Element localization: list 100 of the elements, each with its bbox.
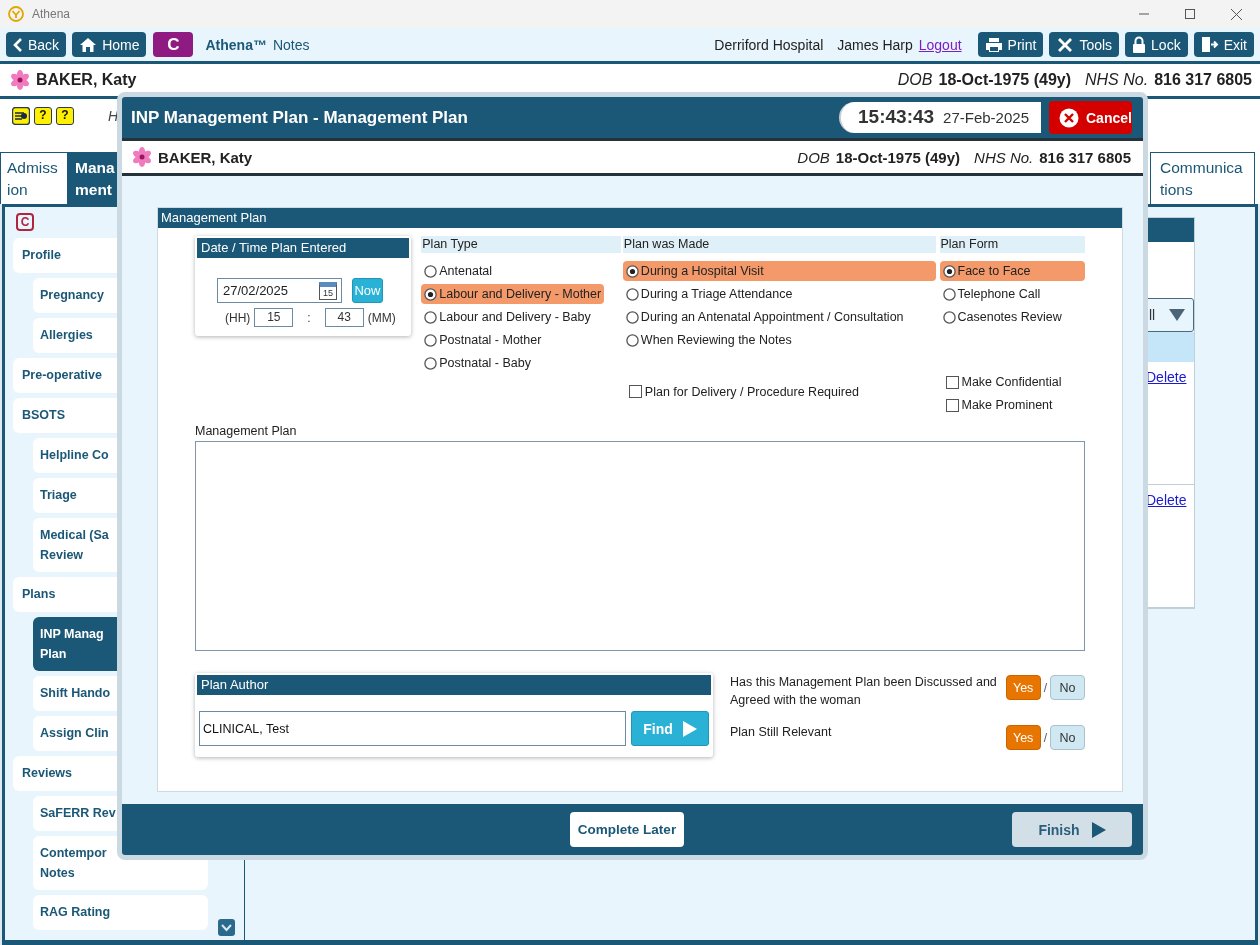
section-header: Management Plan [158,208,1122,228]
complete-later-button[interactable]: Complete Later [570,812,684,847]
clock-display: 15:43:43 27-Feb-2025 [839,102,1041,133]
radio-icon [625,287,639,301]
hours-label: (HH) [225,310,251,325]
box-header: Plan Author [197,675,711,695]
radio-option[interactable]: Labour and Delivery - Mother [421,284,605,304]
radio-icon [424,356,438,370]
chevron-left-icon [13,36,23,53]
toolbar-button[interactable]: Tools [1049,32,1120,57]
radio-icon [424,264,438,278]
answer-button[interactable]: No [1050,675,1085,700]
radio-selected-icon [424,287,438,301]
c-badge: C [16,213,34,231]
calendar-button[interactable]: 15 [319,281,337,300]
checkbox-option[interactable]: Make Confidential [939,370,1085,394]
app-logo-icon [8,6,24,22]
radio-option[interactable]: Labour and Delivery - Baby [421,307,594,327]
radio-option[interactable]: During an Antenatal Appointment / Consultation [622,307,907,327]
nhs-label: NHS No. [1085,71,1149,89]
checkbox-icon [945,398,959,412]
dropdown-caret-icon [1169,309,1185,321]
patient-name: BAKER, Katy [158,148,253,166]
minutes-label: (MM) [367,310,396,325]
nhs-number: 816 317 6805 [1039,148,1131,166]
play-arrow-icon [1091,821,1106,838]
hospital-name: Derriford Hospital [714,36,824,53]
radio-icon [625,333,639,347]
radio-icon [942,310,956,324]
time-separator: : [307,310,311,325]
notes-alert-icon [12,107,30,125]
flower-icon [10,70,30,90]
radio-icon [625,310,639,324]
group-header: Plan was Made [622,236,936,253]
close-circle-icon [1059,107,1079,128]
scroll-down-icon [217,919,235,936]
group-header: Plan Form [939,236,1085,253]
question-badge: ? [34,107,52,125]
nhs-number: 816 317 6805 [1154,71,1252,89]
radio-selected-icon [625,264,639,278]
tab[interactable]: Communica tions [1150,152,1255,204]
play-arrow-icon [682,720,697,737]
radio-option[interactable]: Postnatal - Mother [421,330,545,350]
dob-label: DOB [797,148,830,166]
radio-option[interactable]: Telephone Call [939,284,1044,304]
flower-icon [132,147,152,167]
radio-option[interactable]: During a Triage Attendance [622,284,796,304]
app-name: Athena™ [205,36,267,53]
checkbox-option[interactable]: Plan for Delivery / Procedure Required [622,379,936,404]
question-badge: ? [56,107,74,125]
radio-option[interactable]: Postnatal - Baby [421,353,534,373]
radio-icon [424,310,438,324]
author-field[interactable]: CLINICAL, Test [199,711,626,746]
radio-icon [942,287,956,301]
checkbox-icon [628,385,642,398]
answer-button[interactable]: No [1050,725,1085,750]
patient-name: BAKER, Katy [36,71,137,89]
dob-value: 18-Oct-1975 (49y) [938,71,1071,89]
radio-icon [424,333,438,347]
hours-field[interactable]: 15 [254,308,294,327]
cancel-button[interactable]: Cancel [1049,101,1132,134]
nhs-label: NHS No. [974,148,1034,166]
toolbar-button[interactable]: Home [72,32,147,57]
notes-field[interactable] [195,441,1085,651]
dialog-title: INP Management Plan - Management Plan [131,107,468,128]
close-icon [1231,8,1242,20]
printer-icon [984,36,1003,53]
question-text: Has this Management Plan been Discussed and Agreed with the woman [730,674,998,709]
radio-selected-icon [942,264,956,278]
box-header: Date / Time Plan Entered [197,238,410,258]
toolbar-button[interactable]: Back [6,32,67,57]
logout-link[interactable]: Logout [918,36,962,53]
radio-option[interactable]: When Reviewing the Notes [622,330,795,350]
c-button[interactable]: C [153,32,194,57]
user-name: James Harp [837,36,913,53]
group-header: Plan Type [421,236,621,253]
radio-option[interactable]: During a Hospital Visit [622,261,936,281]
dob-value: 18-Oct-1975 (49y) [835,148,961,166]
radio-option[interactable]: Casenotes Review [939,307,1065,327]
toolbar-button[interactable]: Exit [1193,32,1254,57]
exit-door-icon [1200,36,1219,53]
toolbar-button[interactable]: Print [977,32,1044,57]
dob-label: DOB [897,71,933,89]
radio-option[interactable]: Face to Face [939,261,1085,281]
window-title: Athena [32,7,71,21]
slash-separator: / [1043,730,1047,745]
slash-separator: / [1043,680,1047,695]
checkbox-option[interactable]: Make Prominent [939,393,1085,417]
date-field[interactable]: 27/02/2025 15 [217,278,342,303]
minutes-field[interactable]: 43 [324,308,364,327]
maximize-icon [1185,9,1195,19]
question-text: Plan Still Relevant [730,724,833,741]
toolbar-button[interactable]: Lock [1125,32,1188,57]
radio-option[interactable]: Antenatal [421,261,496,281]
lock-icon [1132,36,1147,53]
app-module: Notes [272,36,310,53]
tab[interactable]: Admiss ion [0,152,68,204]
checkbox-icon [945,375,959,389]
home-icon [79,36,98,53]
sidebar-item[interactable]: RAG Rating [33,895,208,930]
